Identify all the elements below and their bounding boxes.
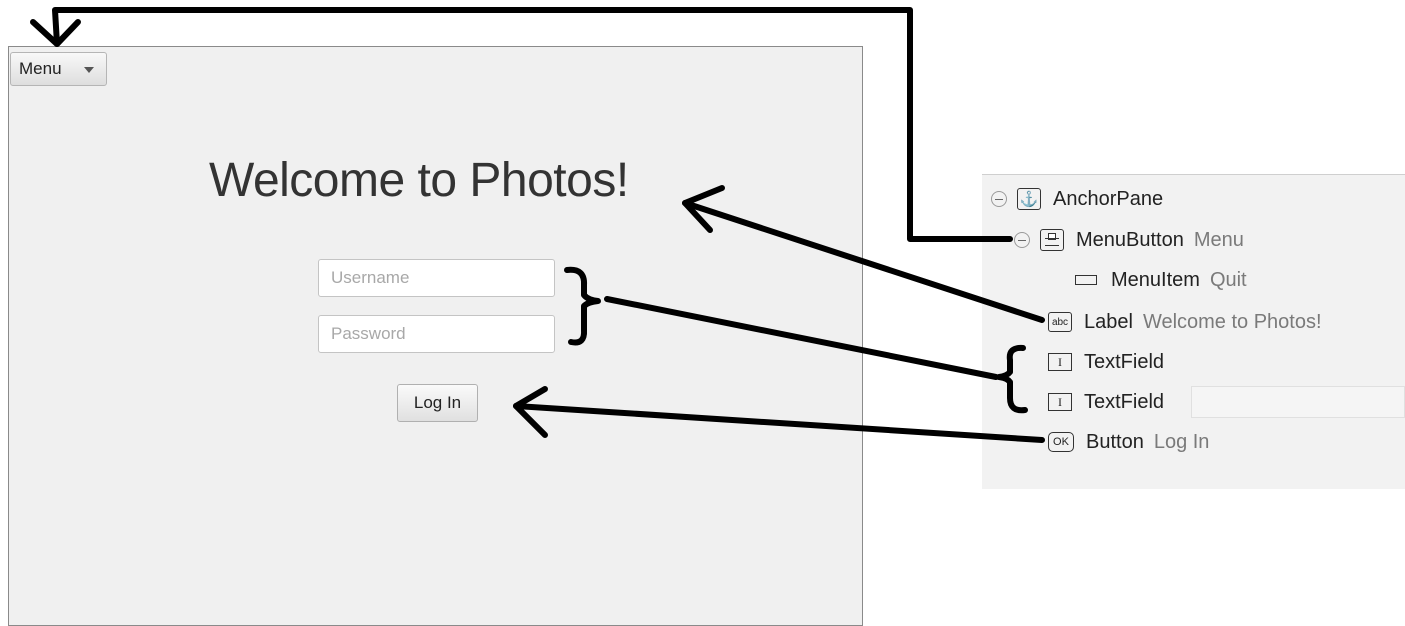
menuitem-icon bbox=[1075, 275, 1097, 285]
tree-node-button[interactable]: OK Button Log In bbox=[1048, 424, 1209, 460]
collapse-icon[interactable] bbox=[991, 191, 1007, 207]
tree-node-menubutton[interactable]: MenuButton Menu bbox=[1014, 222, 1244, 258]
welcome-label: Welcome to Photos! bbox=[209, 154, 629, 207]
textfield-icon: I bbox=[1048, 353, 1072, 371]
tree-node-label[interactable]: abc Label Welcome to Photos! bbox=[1048, 304, 1322, 340]
arrow-down-icon bbox=[30, 19, 81, 47]
tree-node-menuitem[interactable]: MenuItem Quit bbox=[1075, 262, 1247, 298]
menu-button-label: Menu bbox=[19, 59, 62, 78]
inline-edit-field[interactable] bbox=[1191, 386, 1405, 418]
node-type: Label bbox=[1084, 310, 1133, 333]
collapse-icon[interactable] bbox=[1014, 232, 1030, 248]
textfield-icon: I bbox=[1048, 393, 1072, 411]
node-type: TextField bbox=[1084, 390, 1165, 413]
tree-node-textfield[interactable]: I TextField bbox=[1048, 384, 1164, 420]
node-value: Quit bbox=[1209, 268, 1247, 291]
menu-button[interactable]: Menu bbox=[10, 52, 107, 86]
anchor-icon: ⚓ bbox=[1017, 188, 1041, 210]
node-type: TextField bbox=[1084, 350, 1165, 373]
node-type: AnchorPane bbox=[1053, 187, 1164, 210]
app-window: Menu Welcome to Photos! Log In bbox=[8, 46, 863, 626]
login-button[interactable]: Log In bbox=[397, 384, 478, 422]
username-field[interactable] bbox=[318, 259, 555, 297]
tree-node-textfield[interactable]: I TextField bbox=[1048, 344, 1164, 380]
node-type: MenuItem bbox=[1111, 268, 1200, 291]
password-field[interactable] bbox=[318, 315, 555, 353]
node-value: Welcome to Photos! bbox=[1142, 310, 1322, 333]
button-icon: OK bbox=[1048, 432, 1074, 452]
node-type: Button bbox=[1086, 430, 1144, 453]
node-value: Menu bbox=[1193, 228, 1244, 251]
label-icon: abc bbox=[1048, 312, 1072, 332]
node-value: Log In bbox=[1153, 430, 1210, 453]
menubutton-icon bbox=[1040, 229, 1064, 251]
tree-node-anchorpane[interactable]: ⚓ AnchorPane bbox=[991, 181, 1163, 217]
node-type: MenuButton bbox=[1076, 228, 1184, 251]
chevron-down-icon bbox=[84, 67, 94, 73]
